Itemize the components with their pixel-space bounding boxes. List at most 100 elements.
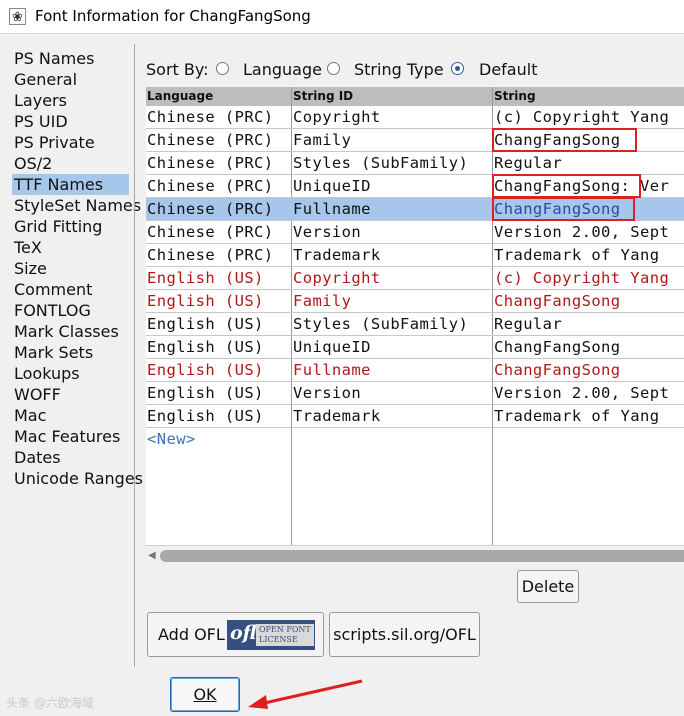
language-cell[interactable]: English (US): [147, 405, 290, 427]
column-header-string[interactable]: String: [493, 87, 684, 106]
string-cell[interactable]: Trademark of Yang: [494, 405, 684, 427]
sidebar-item-comment[interactable]: Comment: [14, 279, 92, 300]
string-cell[interactable]: Version 2.00, Sept: [494, 221, 684, 243]
sidebar-item-grid-fitting[interactable]: Grid Fitting: [14, 216, 102, 237]
sidebar-item-mark-sets[interactable]: Mark Sets: [14, 342, 93, 363]
language-cell[interactable]: Chinese (PRC): [147, 175, 290, 197]
table-row[interactable]: Chinese (PRC) Styles (SubFamily) Regular: [146, 152, 684, 175]
string-id-cell[interactable]: Copyright: [293, 267, 491, 289]
language-cell[interactable]: Chinese (PRC): [147, 221, 290, 243]
sidebar-item-fontlog[interactable]: FONTLOG: [14, 300, 91, 321]
sort-default-radio[interactable]: [451, 62, 464, 75]
table-row[interactable]: English (US) Trademark Trademark of Yang: [146, 405, 684, 428]
language-cell[interactable]: Chinese (PRC): [147, 152, 290, 174]
table-row[interactable]: English (US) UniqueID ChangFangSong: [146, 336, 684, 359]
column-header-string-id[interactable]: String ID: [292, 87, 493, 106]
string-id-cell[interactable]: Copyright: [293, 106, 491, 128]
language-cell[interactable]: English (US): [147, 290, 290, 312]
string-cell[interactable]: (c) Copyright Yang: [494, 106, 684, 128]
sidebar-item-os-2[interactable]: OS/2: [14, 153, 52, 174]
string-id-cell[interactable]: Family: [293, 290, 491, 312]
title-bar: ❀ Font Information for ChangFangSong: [0, 0, 684, 34]
string-cell[interactable]: (c) Copyright Yang: [494, 267, 684, 289]
sidebar-item-mac-features[interactable]: Mac Features: [14, 426, 120, 447]
string-id-cell[interactable]: Version: [293, 382, 491, 404]
ttf-names-table[interactable]: Language String ID String Chinese (PRC) C…: [146, 87, 684, 545]
sort-language-radio[interactable]: [216, 62, 229, 75]
sidebar-item-mac[interactable]: Mac: [14, 405, 46, 426]
sidebar-item-general[interactable]: General: [14, 69, 77, 90]
sidebar-item-lookups[interactable]: Lookups: [14, 363, 80, 384]
delete-button[interactable]: Delete: [517, 570, 579, 603]
language-cell[interactable]: Chinese (PRC): [147, 129, 290, 151]
sidebar-item-tex[interactable]: TeX: [14, 237, 42, 258]
string-id-cell[interactable]: Version: [293, 221, 491, 243]
table-header: Language String ID String: [146, 87, 684, 106]
string-id-cell[interactable]: Family: [293, 129, 491, 151]
sidebar-item-ttf-names[interactable]: TTF Names: [12, 174, 129, 195]
string-cell[interactable]: ChangFangSong: [494, 336, 684, 358]
table-row[interactable]: Chinese (PRC) Trademark Trademark of Yang: [146, 244, 684, 267]
table-row[interactable]: English (US) Styles (SubFamily) Regular: [146, 313, 684, 336]
string-id-cell[interactable]: Styles (SubFamily): [293, 313, 491, 335]
scroll-left-icon[interactable]: ◀: [148, 549, 156, 563]
table-row[interactable]: English (US) Copyright (c) Copyright Yang: [146, 267, 684, 290]
language-cell[interactable]: Chinese (PRC): [147, 106, 290, 128]
string-id-cell[interactable]: Styles (SubFamily): [293, 152, 491, 174]
sort-string-type-radio[interactable]: [327, 62, 340, 75]
table-row[interactable]: Chinese (PRC) Version Version 2.00, Sept: [146, 221, 684, 244]
table-row[interactable]: Chinese (PRC) Family ChangFangSong: [146, 129, 684, 152]
string-cell[interactable]: Regular: [494, 152, 684, 174]
sort-default-label[interactable]: Default: [479, 60, 537, 79]
string-cell[interactable]: ChangFangSong: [494, 129, 684, 151]
sidebar-item-mark-classes[interactable]: Mark Classes: [14, 321, 119, 342]
table-row[interactable]: Chinese (PRC) UniqueID ChangFangSong: Ver: [146, 175, 684, 198]
table-row[interactable]: English (US) Fullname ChangFangSong: [146, 359, 684, 382]
language-cell[interactable]: Chinese (PRC): [147, 198, 290, 220]
new-entry-row[interactable]: <New>: [147, 428, 196, 450]
string-cell[interactable]: Trademark of Yang: [494, 244, 684, 266]
table-row[interactable]: English (US) Version Version 2.00, Sept: [146, 382, 684, 405]
add-ofl-label: Add OFL: [158, 625, 225, 644]
language-cell[interactable]: English (US): [147, 267, 290, 289]
sidebar-item-ps-uid[interactable]: PS UID: [14, 111, 68, 132]
sidebar-item-layers[interactable]: Layers: [14, 90, 67, 111]
string-id-cell[interactable]: UniqueID: [293, 175, 491, 197]
language-cell[interactable]: English (US): [147, 359, 290, 381]
string-id-cell[interactable]: Trademark: [293, 405, 491, 427]
ok-button[interactable]: OK: [170, 677, 240, 712]
string-cell[interactable]: ChangFangSong: Ver: [494, 175, 684, 197]
string-cell[interactable]: ChangFangSong: [494, 359, 684, 381]
string-id-cell[interactable]: Fullname: [293, 198, 491, 220]
sidebar-item-ps-names[interactable]: PS Names: [14, 48, 94, 69]
ok-label: OK: [193, 685, 217, 704]
string-cell[interactable]: Version 2.00, Sept: [494, 382, 684, 404]
sidebar-item-dates[interactable]: Dates: [14, 447, 61, 468]
sidebar-item-woff[interactable]: WOFF: [14, 384, 61, 405]
sort-string-type-label[interactable]: String Type: [354, 60, 444, 79]
ofl-logo-icon: ofl OPEN FONT LICENSE: [227, 620, 315, 650]
string-cell[interactable]: Regular: [494, 313, 684, 335]
string-id-cell[interactable]: UniqueID: [293, 336, 491, 358]
sidebar-item-styleset-names[interactable]: StyleSet Names: [14, 195, 141, 216]
table-row[interactable]: Chinese (PRC) Copyright (c) Copyright Yang: [146, 106, 684, 129]
ofl-website-button[interactable]: scripts.sil.org/OFL: [329, 612, 480, 657]
table-row[interactable]: English (US) Family ChangFangSong: [146, 290, 684, 313]
string-cell[interactable]: ChangFangSong: [494, 198, 684, 220]
horizontal-scrollbar[interactable]: ◀: [146, 545, 684, 568]
string-id-cell[interactable]: Fullname: [293, 359, 491, 381]
sidebar-item-size[interactable]: Size: [14, 258, 47, 279]
sort-language-label[interactable]: Language: [243, 60, 322, 79]
add-ofl-button[interactable]: Add OFL ofl OPEN FONT LICENSE: [147, 612, 324, 657]
table-row[interactable]: Chinese (PRC) Fullname ChangFangSong: [146, 198, 684, 221]
sidebar-item-unicode-ranges[interactable]: Unicode Ranges: [14, 468, 143, 489]
string-id-cell[interactable]: Trademark: [293, 244, 491, 266]
language-cell[interactable]: Chinese (PRC): [147, 244, 290, 266]
string-cell[interactable]: ChangFangSong: [494, 290, 684, 312]
column-header-language[interactable]: Language: [146, 87, 291, 106]
sidebar-item-ps-private[interactable]: PS Private: [14, 132, 95, 153]
language-cell[interactable]: English (US): [147, 336, 290, 358]
scrollbar-thumb[interactable]: [160, 550, 684, 562]
language-cell[interactable]: English (US): [147, 382, 290, 404]
language-cell[interactable]: English (US): [147, 313, 290, 335]
